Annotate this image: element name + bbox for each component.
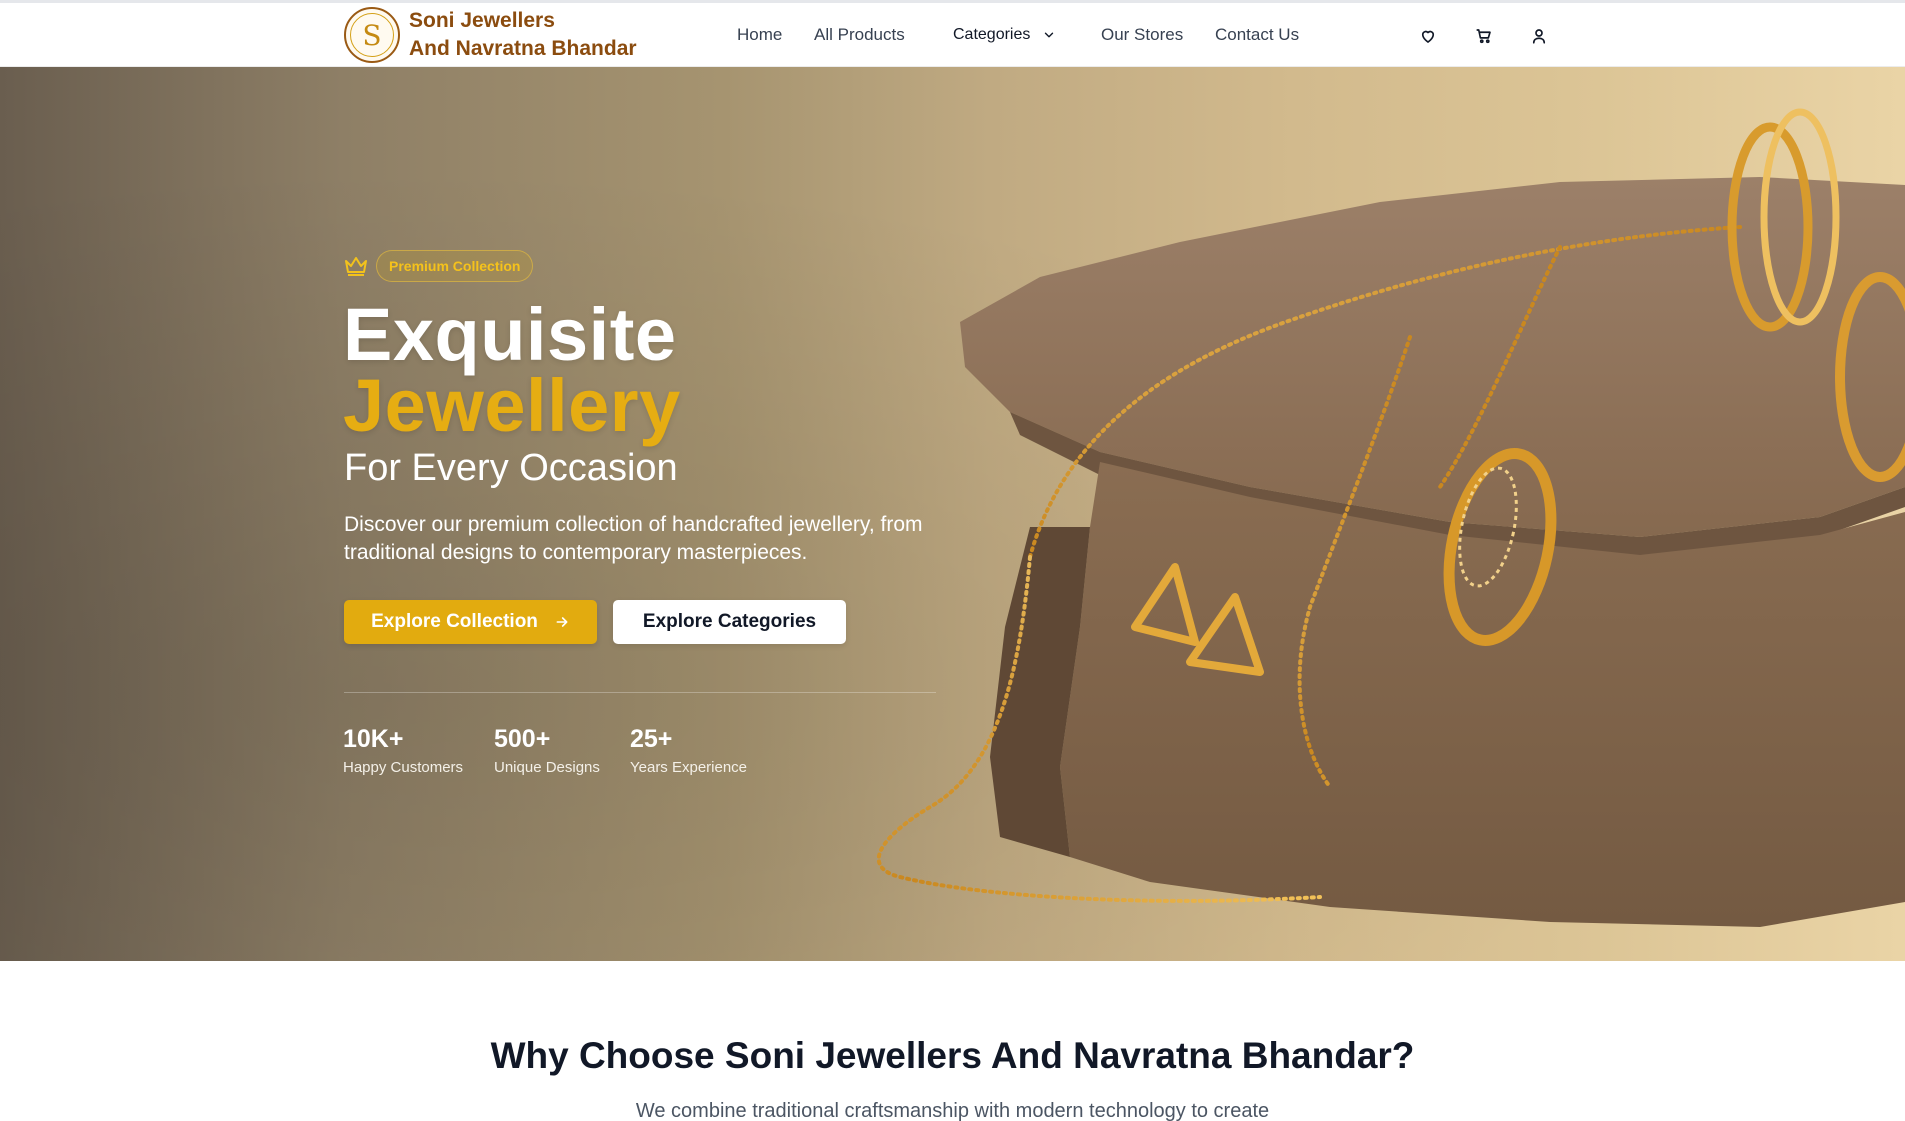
why-choose-description: We combine traditional craftsmanship wit…: [635, 1100, 1270, 1121]
nav-home[interactable]: Home: [737, 3, 782, 67]
stat-label: Happy Customers: [343, 759, 464, 776]
stats-divider: [344, 692, 936, 693]
stat-value: 25+: [630, 725, 673, 753]
stat-years-experience: 25+ Years Experience: [630, 724, 747, 778]
brand-logo[interactable]: S Soni Jewellers And Navratna Bhandar: [344, 5, 637, 65]
chevron-down-icon: [1045, 32, 1054, 38]
nav-all-products[interactable]: All Products: [814, 3, 905, 67]
hero-badge: Premium Collection: [344, 250, 534, 282]
cart-icon: [1476, 29, 1491, 44]
nav-categories-label: Categories: [953, 26, 1031, 43]
brand-name-line2: And Navratna Bhandar: [409, 37, 637, 60]
nav-our-stores[interactable]: Our Stores: [1101, 3, 1183, 67]
nav-contact-us[interactable]: Contact Us: [1215, 3, 1299, 67]
hero-subtitle: For Every Occasion: [344, 447, 678, 489]
stat-label: Unique Designs: [494, 759, 600, 776]
heart-icon: [1421, 30, 1435, 43]
explore-collection-label: Explore Collection: [371, 611, 538, 632]
logo-glyph: S: [350, 13, 394, 57]
cart-button[interactable]: [1475, 27, 1493, 45]
nav-categories-dropdown[interactable]: Categories: [953, 3, 1056, 67]
crown-icon: [345, 257, 367, 276]
explore-categories-button[interactable]: Explore Categories: [613, 600, 846, 644]
stat-unique-designs: 500+ Unique Designs: [494, 724, 600, 778]
stat-happy-customers: 10K+ Happy Customers: [343, 724, 463, 778]
stat-value: 10K+: [343, 725, 404, 753]
account-button[interactable]: [1530, 27, 1548, 45]
user-icon: [1532, 29, 1546, 44]
premium-collection-badge: Premium Collection: [376, 250, 534, 282]
arrow-right-icon: [556, 617, 568, 627]
why-choose-heading: Why Choose Soni Jewellers And Navratna B…: [490, 1035, 1415, 1076]
hero-description: Discover our premium collection of handc…: [344, 513, 923, 564]
explore-collection-button[interactable]: Explore Collection: [344, 600, 597, 644]
site-header: S Soni Jewellers And Navratna Bhandar Ho…: [0, 3, 1905, 67]
logo-emblem-icon: S: [344, 7, 400, 63]
brand-name: Soni Jewellers And Navratna Bhandar: [409, 7, 637, 63]
wishlist-button[interactable]: [1419, 27, 1437, 45]
stat-value: 500+: [494, 725, 551, 753]
stat-label: Years Experience: [630, 759, 748, 776]
hero-banner: Premium Collection Exquisite Jewellery F…: [0, 67, 1905, 961]
explore-categories-label: Explore Categories: [642, 611, 817, 632]
hero-title-line2: Jewellery: [343, 364, 681, 447]
brand-name-line1: Soni Jewellers: [409, 9, 555, 32]
